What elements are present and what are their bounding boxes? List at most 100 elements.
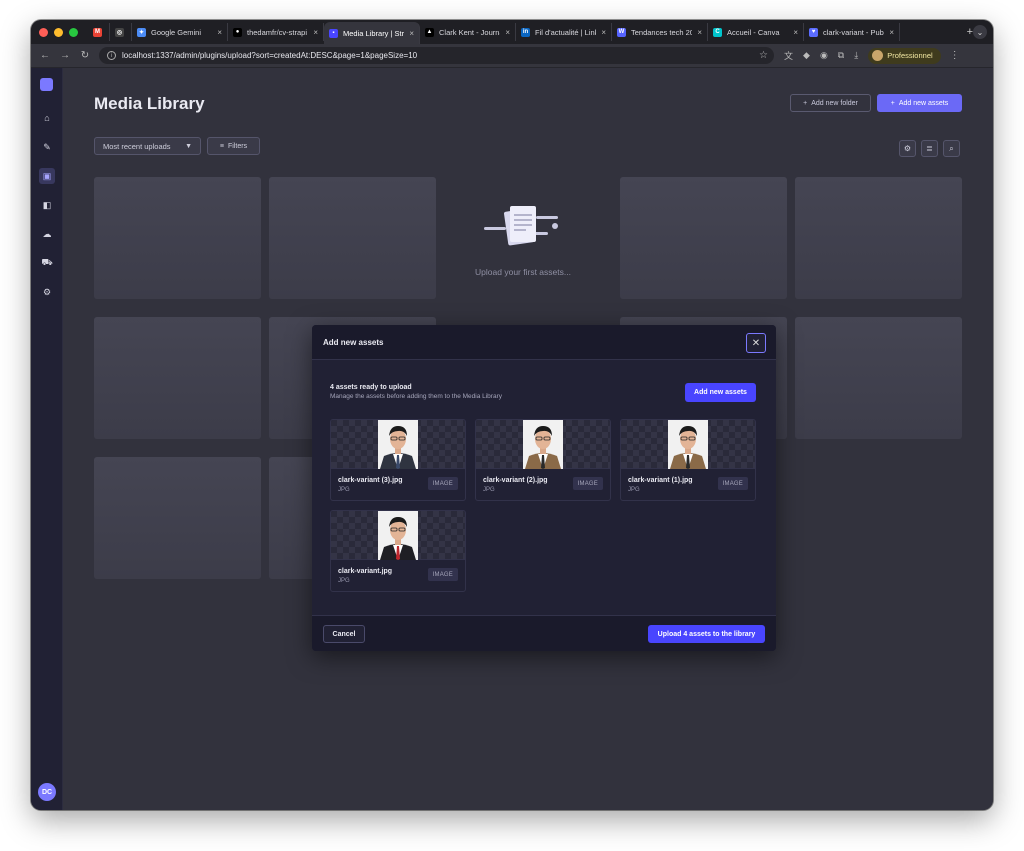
close-icon[interactable]: ✕: [746, 333, 766, 353]
translate-icon[interactable]: 文: [784, 49, 793, 62]
tab-favicon-icon: ✦: [137, 27, 146, 37]
browser-tab[interactable]: C Accueil - Canva ×: [708, 23, 804, 41]
tab-favicon-icon: in: [521, 27, 530, 37]
portrait-photo: [668, 420, 708, 469]
browser-tab[interactable]: ▪ Media Library | Strapi ×: [324, 22, 420, 44]
asset-thumbnail: [331, 511, 465, 560]
browser-tab[interactable]: W Tendances tech 2024 ×: [612, 23, 708, 41]
close-tab-icon[interactable]: ×: [313, 28, 318, 37]
tab-favicon-icon: ◎: [115, 27, 124, 37]
tab-favicon-icon: ▲: [425, 27, 434, 37]
settings-gear-icon[interactable]: ⚙: [39, 284, 55, 300]
search-icon[interactable]: ⌕: [943, 140, 960, 157]
extensions-puzzle-icon[interactable]: ⧉: [838, 50, 844, 61]
browser-toolbar: ← → ↻ i localhost:1337/admin/plugins/upl…: [31, 44, 993, 68]
close-tab-icon[interactable]: ×: [217, 28, 222, 37]
tab-search-icon[interactable]: ⌄: [973, 25, 987, 39]
close-tab-icon[interactable]: ×: [505, 28, 510, 37]
browser-tab[interactable]: M: [88, 23, 110, 41]
user-avatar[interactable]: DC: [38, 783, 56, 801]
minimize-window-button[interactable]: [54, 27, 63, 37]
placeholder-card: [94, 317, 261, 439]
tab-favicon-icon: ▪: [329, 28, 338, 38]
cancel-button[interactable]: Cancel: [323, 625, 365, 643]
download-icon[interactable]: ⤓: [854, 50, 858, 61]
tab-favicon-icon: C: [713, 27, 722, 37]
page-title: Media Library: [94, 94, 205, 113]
profile-label: Professionnel: [887, 51, 933, 60]
tab-list: M ◎ ✦ Google Gemini × ● thedamfr/cv-strapi × ▪ Me…: [88, 20, 961, 44]
marketplace-cart-icon[interactable]: ⛟: [39, 255, 55, 271]
asset-thumbnail: [621, 420, 755, 469]
address-bar[interactable]: i localhost:1337/admin/plugins/upload?so…: [99, 47, 774, 64]
asset-card[interactable]: clark-variant (3).jpg JPG IMAGE: [330, 419, 466, 501]
profile-avatar: [872, 50, 884, 61]
sort-select[interactable]: Most recent uploads ▼: [94, 137, 201, 155]
browser-tab[interactable]: ✦ Google Gemini ×: [132, 23, 228, 41]
placeholder-card: [620, 177, 787, 299]
add-new-folder-button[interactable]: + Add new folder: [790, 94, 871, 112]
home-icon[interactable]: ⌂: [39, 110, 55, 126]
assets-subtitle: Manage the assets before adding them to …: [330, 393, 502, 400]
asset-name: clark-variant (2).jpg: [483, 477, 548, 484]
profile-button[interactable]: Professionnel: [868, 47, 941, 64]
media-library-icon[interactable]: ▣: [39, 168, 55, 184]
add-assets-label: Add new assets: [898, 99, 949, 107]
site-info-icon[interactable]: i: [107, 51, 116, 60]
add-folder-label: Add new folder: [811, 99, 858, 107]
browser-tab[interactable]: ♥ clark-variant - Public ×: [804, 23, 900, 41]
filter-icon: ≡: [219, 142, 225, 150]
close-tab-icon[interactable]: ×: [601, 28, 606, 37]
browser-tab[interactable]: ◎: [110, 23, 132, 41]
modal-header: Add new assets: [312, 325, 776, 360]
asset-name: clark-variant (1).jpg: [628, 477, 693, 484]
asset-card[interactable]: clark-variant (1).jpg JPG IMAGE: [620, 419, 756, 501]
content-type-builder-icon[interactable]: ◧: [39, 197, 55, 213]
close-tab-icon[interactable]: ×: [793, 28, 798, 37]
browser-tab[interactable]: in Fil d'actualité | LinkedIn ×: [516, 23, 612, 41]
asset-extension: JPG: [483, 487, 495, 493]
documents-illustration-icon: [484, 206, 558, 246]
camera-extension-icon[interactable]: ◉: [820, 50, 828, 61]
browser-menu-icon[interactable]: ⋮: [950, 50, 960, 61]
list-view-icon[interactable]: ≣: [921, 140, 938, 157]
tab-title: Clark Kent - Journalist: [439, 27, 500, 37]
browser-tab[interactable]: ● thedamfr/cv-strapi ×: [228, 23, 324, 41]
add-new-assets-button[interactable]: + Add new assets: [877, 94, 962, 112]
close-tab-icon[interactable]: ×: [697, 28, 702, 37]
placeholder-card: [269, 177, 436, 299]
extension-icon[interactable]: ◆: [803, 50, 810, 61]
reload-icon[interactable]: ↻: [79, 50, 91, 61]
plus-icon: +: [803, 99, 808, 107]
add-assets-modal: Add new assets ✕ 4 assets ready to uploa…: [312, 325, 776, 651]
asset-thumbnail: [476, 420, 610, 469]
upload-assets-button[interactable]: Upload 4 assets to the library: [648, 625, 765, 643]
asset-name: clark-variant.jpg: [338, 568, 393, 575]
tab-title: Accueil - Canva: [727, 27, 780, 37]
portrait-photo: [378, 420, 418, 469]
modal-title: Add new assets: [323, 337, 384, 347]
strapi-logo[interactable]: [40, 78, 53, 91]
close-tab-icon[interactable]: ×: [409, 29, 414, 38]
cloud-icon[interactable]: ☁: [39, 226, 55, 242]
modal-add-new-assets-button[interactable]: Add new assets: [685, 383, 756, 402]
bookmark-star-icon[interactable]: ☆: [759, 50, 768, 61]
portrait-photo: [523, 420, 563, 469]
settings-gear-icon[interactable]: ⚙: [899, 140, 916, 157]
asset-card[interactable]: clark-variant.jpg JPG IMAGE: [330, 510, 466, 592]
placeholder-card: [94, 457, 261, 579]
content-manager-icon[interactable]: ✎: [39, 139, 55, 155]
zoom-window-button[interactable]: [69, 27, 78, 37]
assets-count-text: 4 assets ready to upload: [330, 384, 412, 391]
filters-button[interactable]: ≡ Filters: [207, 137, 260, 155]
placeholder-card: [795, 177, 962, 299]
browser-tab[interactable]: ▲ Clark Kent - Journalist ×: [420, 23, 516, 41]
close-tab-icon[interactable]: ×: [889, 28, 894, 37]
tab-favicon-icon: ♥: [809, 27, 818, 37]
close-window-button[interactable]: [39, 27, 48, 37]
tab-title: clark-variant - Public: [823, 27, 885, 37]
asset-card[interactable]: clark-variant (2).jpg JPG IMAGE: [475, 419, 611, 501]
back-icon[interactable]: ←: [39, 50, 51, 61]
asset-extension: JPG: [338, 487, 350, 493]
forward-icon[interactable]: →: [59, 50, 71, 61]
